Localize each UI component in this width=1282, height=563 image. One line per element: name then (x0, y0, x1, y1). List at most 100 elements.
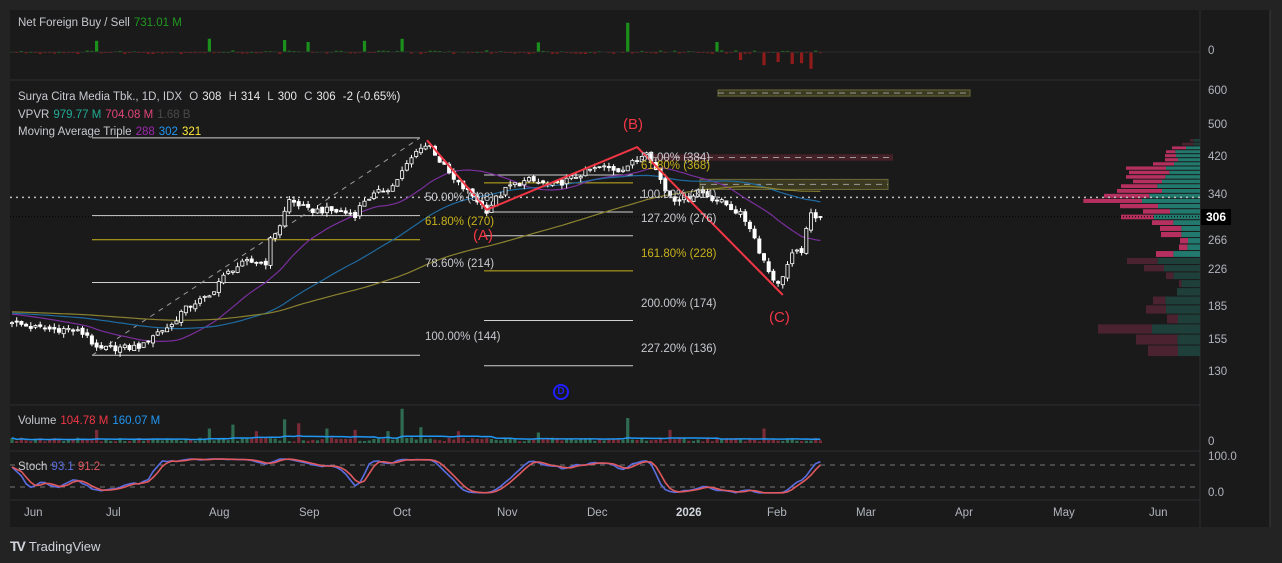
volume-bar (160, 440, 164, 443)
volume-bar (339, 439, 343, 443)
candle-body (24, 323, 29, 327)
candle-body (193, 303, 198, 310)
volume-bar (362, 440, 367, 443)
candle-body (94, 342, 99, 348)
change-value: -2 (-0.65%) (342, 91, 401, 103)
volume-bar (29, 441, 33, 443)
foreign-bar (762, 52, 766, 66)
vpvr-down-bar (1153, 162, 1174, 166)
volume-bar (654, 439, 658, 443)
candle[interactable] (616, 167, 621, 173)
volume-bar (99, 441, 103, 443)
volume-bar (536, 432, 540, 443)
candle-body (38, 324, 43, 327)
vpvr-up-bar (1166, 166, 1200, 170)
foreign-bar (536, 42, 540, 52)
fib-extension-label: 61.80% (368) (641, 159, 711, 172)
volume-label: Volume (18, 415, 57, 427)
candle[interactable] (757, 235, 762, 255)
candle-body (597, 166, 602, 169)
ma-legend[interactable]: Moving Average Triple 288 302 321 (18, 126, 205, 138)
candle[interactable] (268, 235, 273, 269)
vpvr-down-bar (1152, 220, 1174, 225)
vpvr-down-bar (1190, 138, 1194, 142)
candle-body (99, 345, 104, 349)
vpvr-up-bar (1173, 272, 1200, 280)
volume-bar (522, 441, 526, 443)
vpvr-up-bar (1186, 146, 1200, 150)
candle[interactable] (367, 198, 372, 201)
candle-body (179, 310, 184, 323)
candle-body (343, 210, 348, 214)
vpvr-legend[interactable]: VPVR 979.77 M 704.08 M 1.68 B (18, 109, 194, 121)
vpvr-down-bar (1153, 296, 1166, 305)
time-axis-label: Jun (24, 507, 43, 519)
candle-body (456, 179, 461, 183)
candle[interactable] (89, 333, 94, 347)
vpvr-up-bar (1178, 314, 1200, 324)
candle[interactable] (517, 182, 522, 187)
tradingview-logo[interactable]: TV TradingView (10, 538, 100, 554)
candle-body (404, 163, 409, 171)
candle[interactable] (395, 179, 400, 187)
time-axis-label: Aug (209, 507, 230, 519)
vpvr-down-bar (1098, 324, 1152, 334)
candle-body (226, 270, 231, 274)
volume-bar (334, 439, 338, 443)
candle-body (512, 182, 517, 186)
candle-body (635, 160, 640, 162)
candle-body (503, 186, 508, 196)
vpvr-up-bar (1176, 154, 1200, 158)
vpvr-up-bar (1178, 158, 1200, 162)
candle-body (564, 177, 569, 185)
vpvr-down-bar (1179, 280, 1182, 288)
candle[interactable] (804, 226, 809, 255)
candle-body (108, 345, 113, 347)
volume-legend[interactable]: Volume 104.78 M 160.07 M (18, 415, 164, 427)
volume-bar (489, 438, 493, 443)
foreign-bar (362, 40, 367, 52)
candle-body (141, 342, 146, 348)
vpvr-up-bar (1158, 203, 1200, 209)
volume-bar (480, 439, 484, 443)
candle[interactable] (785, 261, 790, 282)
candle-body (371, 192, 376, 199)
candle-body (757, 238, 762, 254)
candle-body (80, 327, 85, 335)
candle-body (611, 166, 616, 171)
volume-bar (66, 439, 70, 443)
fib-extension-label: 200.00% (174) (641, 297, 717, 310)
volume-bar (395, 438, 399, 443)
dividend-marker[interactable]: D (553, 384, 569, 400)
fib-retracement-label: 50.00% (308) (425, 191, 495, 204)
vpvr-up-bar (1162, 188, 1200, 193)
time-axis-label: Feb (767, 507, 787, 519)
volume-bar (710, 441, 714, 443)
volume-bar (381, 438, 385, 443)
time-axis-label: Dec (587, 507, 608, 519)
volume-bar (621, 439, 625, 443)
candle-body (66, 328, 71, 331)
vpvr-up-bar (1152, 324, 1200, 334)
candle-body (395, 179, 400, 187)
vpvr-label: VPVR (18, 109, 50, 121)
vpvr-down-bar (1121, 184, 1158, 188)
price-axis-label: 155 (1208, 333, 1228, 346)
candle-body (61, 328, 66, 335)
volume-bar (109, 440, 113, 443)
volume-bar (320, 439, 324, 443)
candle-body (329, 206, 334, 212)
candle-body (52, 327, 57, 330)
volume-bar (612, 439, 616, 443)
volume-bar (518, 441, 522, 443)
candle[interactable] (141, 342, 146, 348)
volume-bar (691, 440, 696, 443)
stoch-legend[interactable]: Stoch 93.1 91.2 (18, 461, 104, 473)
candle-body (621, 169, 626, 172)
candle-body (541, 180, 546, 184)
volume-bar (630, 439, 634, 443)
volume-bar (616, 439, 620, 443)
chart-canvas[interactable] (0, 0, 1282, 563)
candle[interactable] (625, 165, 630, 172)
vpvr-down-bar (1127, 257, 1158, 265)
